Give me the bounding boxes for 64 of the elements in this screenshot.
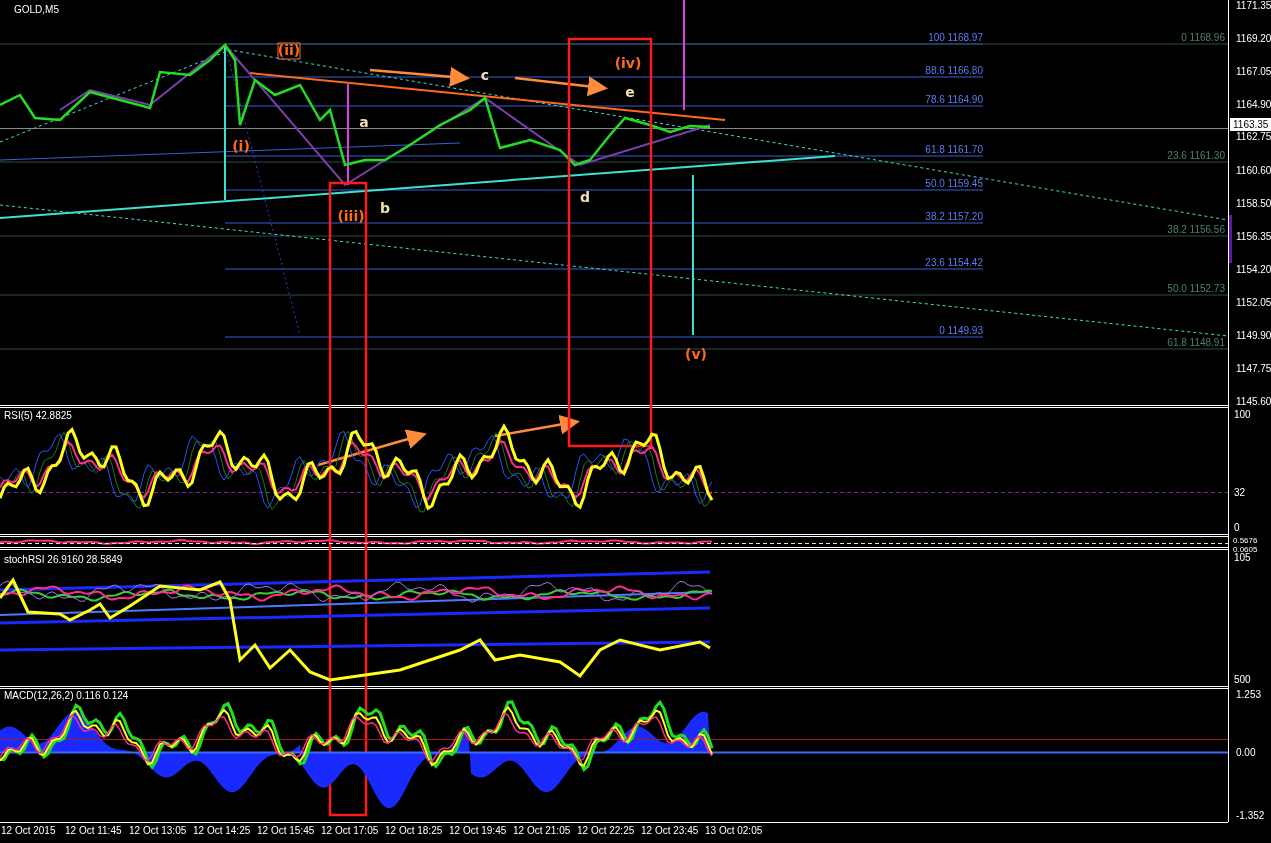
framed-wave-label: (ii)	[277, 42, 301, 60]
price-axis-label: 1171.35	[1236, 0, 1271, 11]
indicator-axis-label: 32	[1234, 487, 1246, 498]
price-axis-label: 1145.60	[1236, 396, 1271, 407]
price-axis-label: 1167.05	[1236, 66, 1271, 77]
time-axis-label: 12 Oct 22:25	[577, 825, 635, 836]
fibonacci-label: 61.8 1148.91	[1167, 337, 1225, 348]
price-axis-label: 1169.20	[1236, 33, 1271, 44]
wave-label: (iii)	[337, 208, 365, 224]
fibonacci-label: 88.6 1166.80	[925, 65, 983, 76]
wave-label: (iv)	[614, 55, 642, 71]
fibonacci-label: 50.0 1152.73	[1167, 283, 1225, 294]
price-axis-label: 1164.90	[1236, 99, 1271, 110]
indicator-title: RSI(5) 42.8825	[4, 410, 72, 421]
fibonacci-label: 23.6 1154.42	[925, 257, 983, 268]
wave-label: a	[359, 114, 369, 130]
indicator-title: MACD(12,26,2) 0.116 0.124	[4, 690, 129, 701]
fibonacci-label: 0 1149.93	[939, 325, 983, 336]
price-axis-label: 1147.75	[1236, 363, 1271, 374]
current-price-tag: 1163.35	[1230, 118, 1271, 131]
indicator-axis-label: 105	[1234, 552, 1251, 563]
time-axis-label: 12 Oct 2015	[1, 825, 56, 836]
time-axis-label: 12 Oct 15:45	[257, 825, 315, 836]
indicator-axis-label: 1.253	[1236, 689, 1262, 700]
price-axis-label: 1160.60	[1236, 165, 1271, 176]
time-axis-label: 13 Oct 02:05	[705, 825, 763, 836]
indicator-axis-label: 100	[1234, 409, 1251, 420]
price-axis-label: 1162.75	[1236, 131, 1271, 142]
wave-label: (i)	[232, 138, 250, 154]
indicator-title: stochRSI 26.9160 28.5849	[4, 554, 123, 565]
wave-label: d	[580, 189, 590, 205]
time-axis-label: 12 Oct 23:45	[641, 825, 699, 836]
time-axis-label: 12 Oct 19:45	[449, 825, 507, 836]
time-axis-label: 12 Oct 14:25	[193, 825, 251, 836]
time-axis-label: 12 Oct 11:45	[65, 825, 122, 836]
fibonacci-label: 61.8 1161.70	[925, 144, 983, 155]
fibonacci-label: 0 1168.96	[1181, 32, 1225, 43]
wave-label: b	[380, 200, 390, 216]
chart-symbol: GOLD,M5	[14, 4, 59, 15]
axis-marker	[1229, 215, 1232, 263]
wave-label: (v)	[685, 346, 707, 362]
indicator-axis-label: -1.352	[1236, 810, 1265, 821]
wave-label: c	[480, 67, 490, 83]
price-axis-label: 1152.05	[1236, 297, 1271, 308]
fibonacci-label: 38.2 1157.20	[925, 211, 983, 222]
fibonacci-label: 78.6 1164.90	[925, 94, 983, 105]
fibonacci-label: 38.2 1156.56	[1167, 224, 1225, 235]
price-axis-label: 1149.90	[1236, 330, 1271, 341]
price-axis-label: 1156.35	[1236, 231, 1271, 242]
indicator-axis-label: 0.00	[1236, 747, 1256, 758]
time-axis-label: 12 Oct 17:05	[321, 825, 379, 836]
time-axis-label: 12 Oct 21:05	[513, 825, 571, 836]
price-axis-label: 1154.20	[1236, 264, 1271, 275]
fibonacci-label: 23.6 1161.30	[1167, 150, 1225, 161]
time-axis-label: 12 Oct 18:25	[385, 825, 443, 836]
indicator-axis-label: 0	[1234, 522, 1240, 533]
indicator-axis-label: 0.5676	[1233, 536, 1258, 545]
fibonacci-label: 100 1168.97	[928, 32, 983, 43]
fibonacci-label: 50.0 1159.45	[925, 178, 983, 189]
time-axis-label: 12 Oct 13:05	[129, 825, 187, 836]
price-axis-label: 1158.50	[1236, 198, 1271, 209]
indicator-axis-label: 0.0605	[1233, 545, 1258, 554]
indicator-axis-label: 500	[1234, 674, 1251, 685]
wave-label: e	[625, 84, 635, 100]
